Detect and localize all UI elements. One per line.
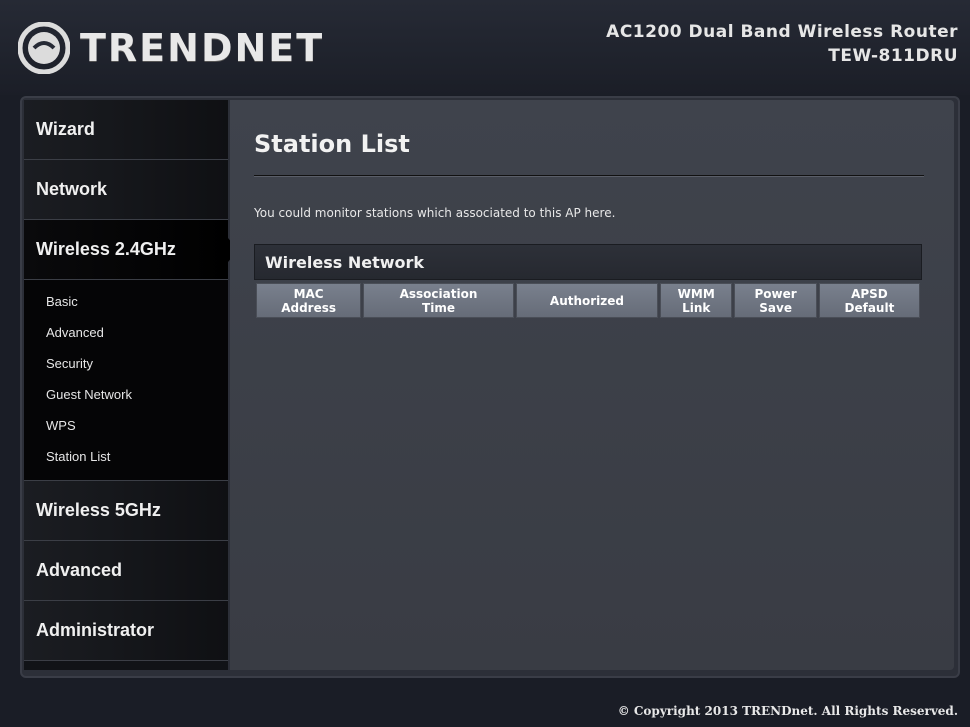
station-table-header-row: MAC Address Association Time Authorized … (256, 283, 920, 318)
nav-wizard-label: Wizard (36, 119, 95, 139)
product-info: AC1200 Dual Band Wireless Router TEW-811… (606, 20, 958, 68)
wireless-24ghz-submenu: Basic Advanced Security Guest Network WP… (24, 280, 228, 481)
nav-advanced[interactable]: Advanced (24, 541, 228, 601)
nav-network-label: Network (36, 179, 108, 199)
sidebar: Wizard Network Wireless 2.4GHz Basic Adv… (24, 100, 238, 670)
page-title: Station List (254, 130, 410, 158)
subnav-basic[interactable]: Basic (24, 286, 228, 317)
col-power-save: Power Save (734, 283, 817, 318)
col-authorized: Authorized (515, 283, 659, 318)
trendnet-logo-icon (18, 22, 70, 74)
col-mac-address: MAC Address (256, 283, 362, 318)
nav-administrator-label: Administrator (36, 620, 155, 640)
nav-wireless-24ghz-label: Wireless 2.4GHz (36, 239, 176, 259)
station-table: MAC Address Association Time Authorized … (254, 280, 922, 321)
product-model: TEW-811DRU (828, 46, 958, 66)
nav-network[interactable]: Network (24, 160, 228, 220)
product-line: AC1200 Dual Band Wireless Router (606, 22, 958, 42)
nav-wireless-5ghz-label: Wireless 5GHz (36, 500, 161, 520)
wireless-network-section: Wireless Network MAC Address Association… (254, 244, 922, 321)
header: TRENDNET AC1200 Dual Band Wireless Route… (0, 0, 970, 95)
copyright: © Copyright 2013 TRENDnet. All Rights Re… (617, 704, 958, 718)
subnav-advanced[interactable]: Advanced (24, 317, 228, 348)
nav-administrator[interactable]: Administrator (24, 601, 228, 661)
brand-name: TRENDNET (80, 26, 325, 70)
main-frame: Wizard Network Wireless 2.4GHz Basic Adv… (20, 96, 960, 678)
col-wmm-link: WMM Link (660, 283, 733, 318)
subnav-security[interactable]: Security (24, 348, 228, 379)
subnav-wps[interactable]: WPS (24, 410, 228, 441)
col-apsd-default: APSD Default (818, 283, 920, 318)
title-divider (254, 175, 924, 177)
subnav-station-list[interactable]: Station List (24, 441, 228, 472)
nav-wizard[interactable]: Wizard (24, 100, 228, 160)
brand-logo: TRENDNET (18, 22, 324, 74)
col-association-time: Association Time (363, 283, 514, 318)
nav-wireless-5ghz[interactable]: Wireless 5GHz (24, 481, 228, 541)
page-description: You could monitor stations which associa… (254, 206, 616, 220)
content-panel: Station List You could monitor stations … (230, 100, 954, 670)
section-title: Wireless Network (254, 244, 922, 280)
subnav-guest-network[interactable]: Guest Network (24, 379, 228, 410)
nav-wireless-24ghz[interactable]: Wireless 2.4GHz (24, 220, 238, 280)
nav-advanced-label: Advanced (36, 560, 123, 580)
